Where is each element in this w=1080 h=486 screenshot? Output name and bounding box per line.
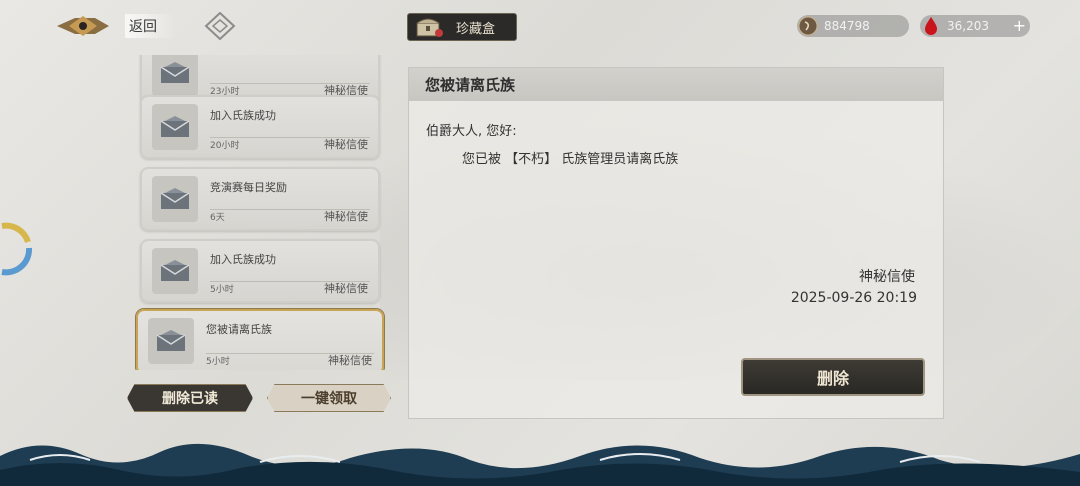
mail-date: 2025-09-26 20:19 xyxy=(790,290,917,306)
mail-sender: 神秘信使 xyxy=(324,210,368,223)
envelope-frame xyxy=(148,318,194,364)
treasure-box-button[interactable]: 珍藏盒 xyxy=(407,13,517,41)
envelope-icon xyxy=(160,188,190,209)
mail-greeting: 伯爵大人, 您好: xyxy=(426,124,517,139)
mail-item[interactable]: 竞演赛每日奖励 6天 神秘信使 xyxy=(140,167,380,231)
diamond-home-icon[interactable] xyxy=(204,12,236,40)
envelope-frame xyxy=(152,176,198,222)
blood-value: 36,203 xyxy=(947,19,989,33)
add-blood-button[interactable]: + xyxy=(1013,16,1026,35)
treasure-chest-icon xyxy=(416,18,443,37)
mail-time: 6天 xyxy=(210,213,225,223)
envelope-icon xyxy=(160,62,190,83)
mail-detail-panel: 您被请离氏族 伯爵大人, 您好: 您已被 【不朽】 氏族管理员请离氏族 神秘信使… xyxy=(408,67,944,419)
envelope-icon xyxy=(160,116,190,137)
envelope-icon xyxy=(156,330,186,351)
blood-counter: 36,203 + xyxy=(920,15,1030,37)
mail-detail-title: 您被请离氏族 xyxy=(425,76,516,94)
delete-read-button[interactable]: 删除已读 xyxy=(127,384,253,412)
mail-item-selected[interactable]: 您被请离氏族 5小时 神秘信使 xyxy=(136,309,384,370)
mail-item[interactable]: 加入氏族成功 20小时 神秘信使 xyxy=(140,95,380,159)
mail-detail-header: 您被请离氏族 xyxy=(409,68,943,101)
mail-sender: 神秘信使 xyxy=(324,282,368,295)
back-label: 返回 xyxy=(125,14,175,38)
delete-button[interactable]: 删除 xyxy=(741,358,925,396)
envelope-frame xyxy=(152,55,198,96)
mail-body: 您已被 【不朽】 氏族管理员请离氏族 xyxy=(462,152,679,167)
coin-counter: 884798 xyxy=(797,15,909,37)
mail-time: 5小时 xyxy=(206,357,230,367)
mail-title: 您被请离氏族 xyxy=(206,323,272,336)
mail-time: 5小时 xyxy=(210,285,234,295)
treasure-box-label: 珍藏盒 xyxy=(456,21,496,37)
mail-item[interactable]: 加入氏族成功 5小时 神秘信使 xyxy=(140,239,380,303)
mail-list[interactable]: 23小时 神秘信使 加入氏族成功 20小时 神秘信使 竞演赛每日奖励 6天 神秘… xyxy=(134,55,386,370)
coin-icon xyxy=(798,16,818,36)
back-emblem-icon xyxy=(57,16,109,36)
ink-waves-decoration xyxy=(0,443,1080,486)
envelope-frame xyxy=(152,248,198,294)
envelope-icon xyxy=(160,260,190,281)
mail-title: 竞演赛每日奖励 xyxy=(210,181,287,194)
loading-ring-icon xyxy=(1,222,33,276)
mail-title: 加入氏族成功 xyxy=(210,109,276,122)
mail-time: 20小时 xyxy=(210,141,240,151)
envelope-frame xyxy=(152,104,198,150)
mail-signature: 神秘信使 xyxy=(859,269,915,285)
mail-sender: 神秘信使 xyxy=(328,354,372,367)
coin-value: 884798 xyxy=(824,19,870,33)
mail-sender: 神秘信使 xyxy=(324,138,368,151)
blood-drop-icon xyxy=(925,17,937,35)
mail-title: 加入氏族成功 xyxy=(210,253,276,266)
claim-all-button[interactable]: 一键领取 xyxy=(267,384,391,412)
back-button[interactable]: 返回 xyxy=(55,12,185,40)
